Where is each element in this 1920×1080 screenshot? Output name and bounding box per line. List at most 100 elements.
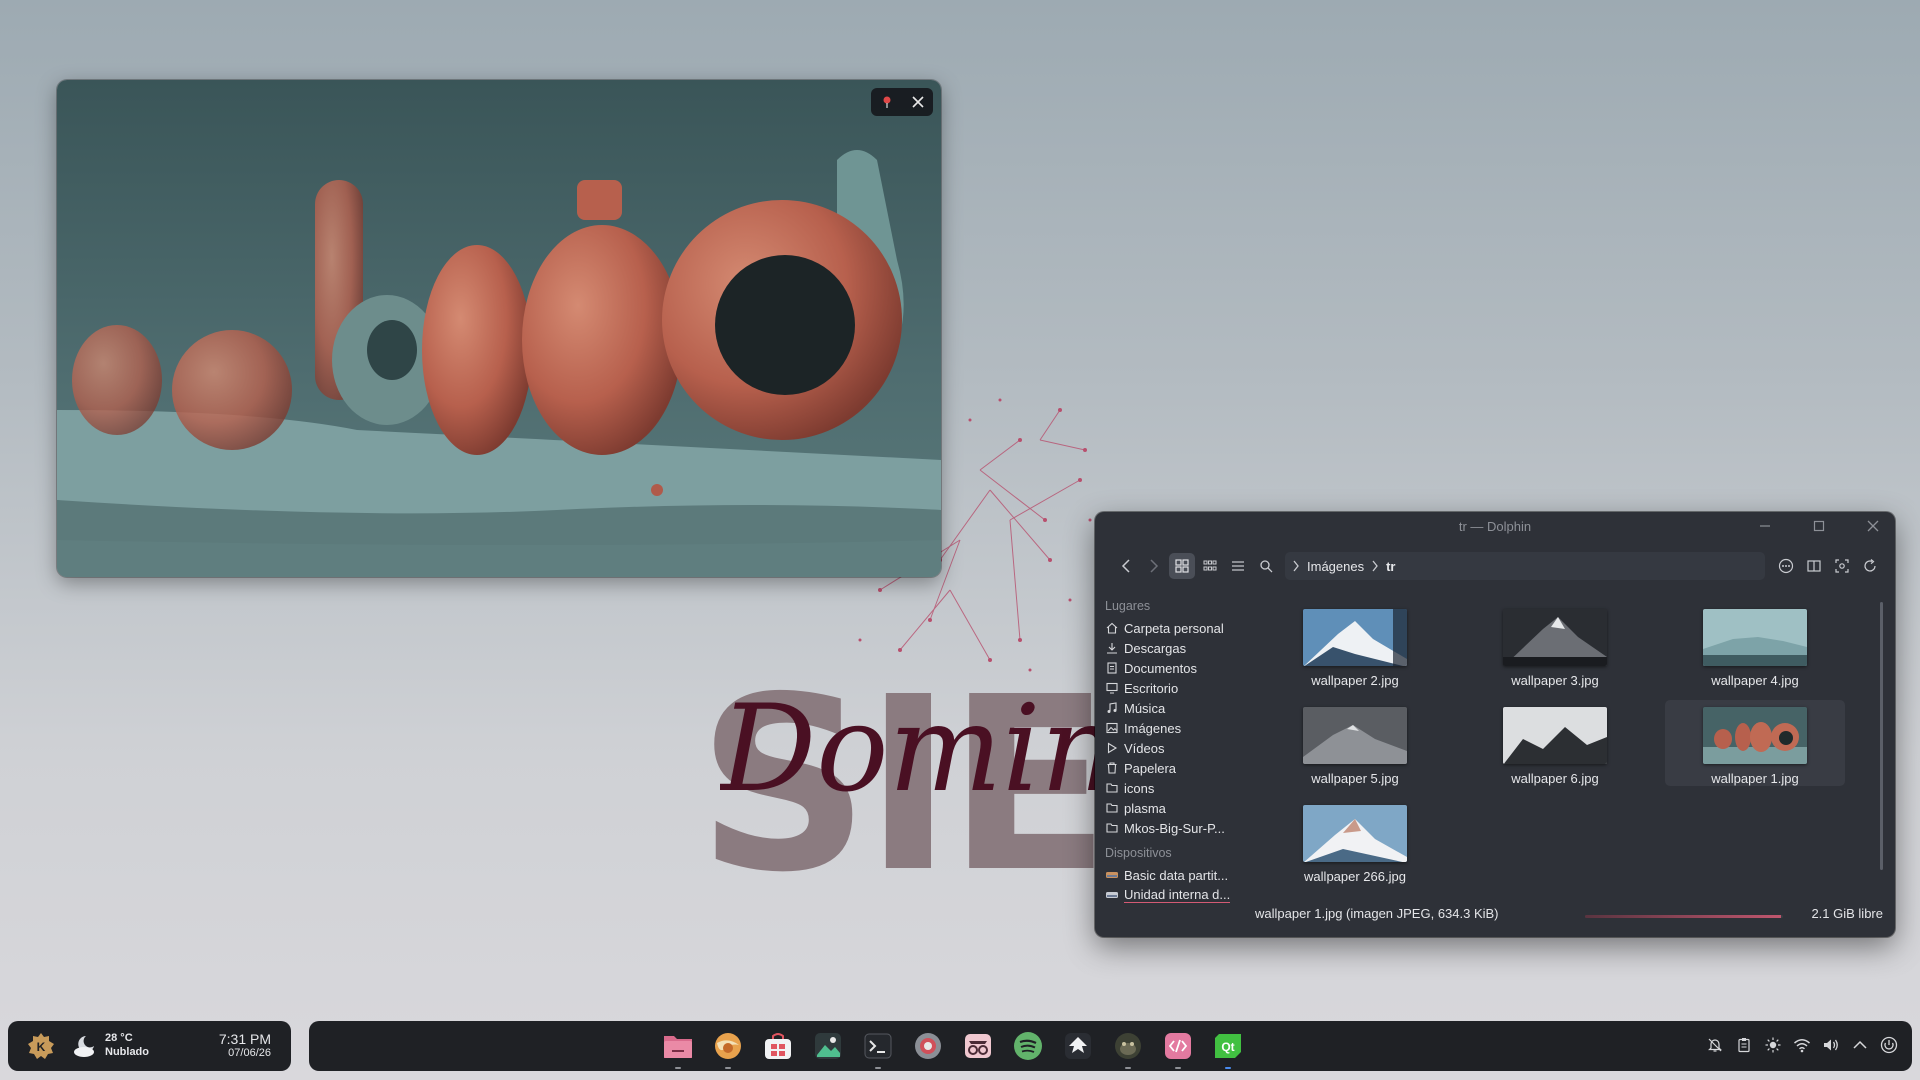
trash-icon [1105,761,1119,775]
compact-view-button[interactable] [1197,553,1223,579]
clock-time[interactable]: 7:31 PM [219,1031,271,1047]
breadcrumb: Imágenes tr [1285,552,1765,580]
image-viewer-window[interactable] [57,80,941,577]
free-space-label[interactable]: 2.1 GiB libre [1811,906,1883,921]
refresh-icon [1864,559,1876,572]
system-tray [1706,1035,1898,1055]
forward-button[interactable] [1141,553,1167,579]
chevron-up-icon[interactable] [1851,1035,1869,1055]
list-icon [1232,561,1244,571]
clipboard-icon[interactable] [1735,1035,1753,1055]
store-app-icon[interactable] [762,1030,794,1062]
vertical-scrollbar[interactable] [1880,602,1883,870]
svg-text:K: K [37,1040,46,1054]
screenshot-button[interactable] [1829,553,1855,579]
privacy-app-icon[interactable] [962,1030,994,1062]
search-button[interactable] [1253,553,1279,579]
sidebar-item-musica[interactable]: Música [1105,698,1245,718]
toolbar: Imágenes tr [1113,552,1885,580]
sidebar-item-descargas[interactable]: Descargas [1105,638,1245,658]
chevron-right-icon [1293,560,1299,572]
split-view-button[interactable] [1801,553,1827,579]
folder-icon [1105,821,1119,835]
power-icon[interactable] [1880,1035,1898,1055]
details-view-button[interactable] [1225,553,1251,579]
sidebar-item-mkos-big-sur[interactable]: Mkos-Big-Sur-P... [1105,818,1245,838]
running-indicator [1175,1067,1181,1069]
clock-date[interactable]: 07/06/26 [228,1047,271,1059]
pin-icon[interactable] [876,91,898,113]
sidebar-item-documentos[interactable]: Documentos [1105,658,1245,678]
desktop-icon [1105,681,1119,695]
file-item[interactable]: wallpaper 6.jpg [1465,700,1645,786]
browser-app-icon[interactable] [712,1030,744,1069]
file-item[interactable]: wallpaper 4.jpg [1665,602,1845,688]
download-icon [1105,641,1119,655]
compact-grid-icon [1203,560,1217,571]
refresh-button[interactable] [1857,553,1883,579]
file-item[interactable]: wallpaper 3.jpg [1465,602,1645,688]
svg-text:Qt: Qt [1221,1040,1234,1054]
running-indicator [675,1067,681,1069]
capture-icon [1835,559,1849,573]
maximize-icon [1813,520,1825,532]
file-thumbnail [1303,707,1407,764]
disk-usage-bar [1585,915,1783,918]
disk-usage-fill [1585,915,1782,918]
sidebar-item-videos[interactable]: Vídeos [1105,738,1245,758]
file-view: wallpaper 2.jpg wallpaper 3.jpg wallpape… [1265,602,1855,884]
places-header: Lugares [1105,599,1151,613]
menu-button[interactable] [1773,553,1799,579]
sidebar-item-plasma[interactable]: plasma [1105,798,1245,818]
file-item[interactable]: wallpaper 5.jpg [1265,700,1445,786]
places-sidebar: Lugares Carpeta personal Descargas Docum… [1105,596,1245,905]
sidebar-item-basic-data-partition[interactable]: Basic data partit... [1105,865,1245,885]
close-window-button[interactable] [1859,514,1887,538]
back-button[interactable] [1113,553,1139,579]
minimize-icon [1760,525,1770,527]
running-indicator [875,1067,881,1069]
document-icon [1105,661,1119,675]
sidebar-item-imagenes[interactable]: Imágenes [1105,718,1245,738]
close-icon[interactable] [907,91,929,113]
cloudy-night-icon[interactable] [72,1033,100,1059]
weather-condition: Nublado [105,1046,149,1058]
file-item[interactable]: wallpaper 2.jpg [1265,602,1445,688]
breadcrumb-tr[interactable]: tr [1380,559,1401,574]
chevron-right-icon [1372,560,1378,572]
running-indicator [1125,1067,1131,1069]
vases-photo [57,80,941,577]
brightness-icon[interactable] [1764,1035,1782,1055]
sidebar-item-carpeta-personal[interactable]: Carpeta personal [1105,618,1245,638]
app-launcher-icon[interactable]: K [26,1031,56,1061]
maximize-button[interactable] [1805,514,1833,538]
terminal-app-icon[interactable] [862,1030,894,1069]
sidebar-item-escritorio[interactable]: Escritorio [1105,678,1245,698]
code-editor-app-icon[interactable] [1162,1030,1194,1069]
spotify-app-icon[interactable] [1012,1030,1044,1062]
volume-icon[interactable] [1822,1035,1840,1055]
file-item-selected[interactable]: wallpaper 1.jpg [1665,700,1845,786]
sidebar-item-papelera[interactable]: Papelera [1105,758,1245,778]
wifi-icon[interactable] [1793,1035,1811,1055]
folder-icon [1105,781,1119,795]
gimp-app-icon[interactable] [1112,1030,1144,1069]
running-indicator [725,1067,731,1069]
chevron-right-icon [1150,559,1159,573]
icons-view-button[interactable] [1169,553,1195,579]
wallpaper-script-word: Doming [720,690,1100,810]
sidebar-item-icons[interactable]: icons [1105,778,1245,798]
minimize-button[interactable] [1751,514,1779,538]
settings-app-icon[interactable] [912,1030,944,1062]
image-viewer-app-icon[interactable] [812,1030,844,1062]
weather-temperature: 28 °C [105,1032,133,1044]
qt-creator-app-icon[interactable]: Qt [1212,1030,1244,1069]
inkscape-app-icon[interactable] [1062,1030,1094,1062]
file-item[interactable]: wallpaper 266.jpg [1265,798,1445,884]
breadcrumb-imagenes[interactable]: Imágenes [1301,559,1370,574]
files-app-icon[interactable] [662,1030,694,1069]
dock: Qt [662,1030,1244,1069]
file-thumbnail [1703,707,1807,764]
notifications-icon[interactable] [1706,1035,1724,1055]
dolphin-window[interactable]: tr — Dolphin Imágenes tr Lugares Carpeta… [1095,512,1895,937]
